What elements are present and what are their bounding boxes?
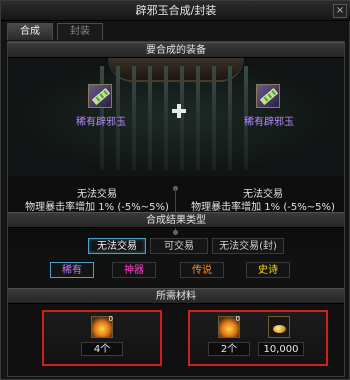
equip-name-right: 稀有辟邪玉: [244, 117, 294, 128]
grade-epic[interactable]: 史诗: [246, 262, 290, 278]
gold-icon[interactable]: [268, 316, 290, 338]
tab-synthesis[interactable]: 合成: [7, 23, 53, 40]
equip-slot-right[interactable]: [256, 84, 280, 108]
divider-dot: [173, 230, 178, 235]
section-result-header: 合成结果类型: [8, 212, 344, 228]
flame-material-icon[interactable]: 0: [91, 315, 113, 338]
equip-name-left: 稀有辟邪玉: [76, 117, 126, 128]
section-materials-header: 所需材料: [8, 288, 344, 304]
title-bar: 辟邪玉合成/封装 ×: [1, 1, 350, 21]
equip-slot-left[interactable]: [88, 84, 112, 108]
material-count: 2个: [208, 342, 250, 356]
equip-area: 稀有辟邪玉 稀有辟邪玉: [8, 58, 344, 176]
option-untradeable[interactable]: 无法交易: [88, 238, 146, 254]
synthesis-window: 辟邪玉合成/封装 × 合成 封装 要合成的装备 稀有辟邪玉 稀有辟邪玉 无法交易…: [0, 0, 350, 380]
material-badge: 0: [235, 315, 240, 323]
jade-item-icon: [91, 88, 111, 105]
material-group-2: 0 2个 10,000: [188, 310, 328, 366]
close-icon: ×: [335, 5, 345, 16]
plus-icon: [172, 104, 186, 118]
stats-right: 无法交易 物理暴击率增加 1% (-5%~5%): [188, 188, 338, 214]
main-panel: 要合成的装备 稀有辟邪玉 稀有辟邪玉 无法交易 物理暴击率增加 1% (-5%~…: [7, 41, 345, 377]
gold-amount: 10,000: [258, 342, 304, 356]
materials-area: 0 4个 0 2个 10,000: [8, 304, 344, 376]
trade-status-right: 无法交易: [243, 189, 283, 200]
grade-rare[interactable]: 稀有: [50, 262, 94, 278]
trade-option-row: 无法交易 可交易 无法交易(封): [8, 238, 344, 256]
stats-left: 无法交易 物理暴击率增加 1% (-5%~5%): [22, 188, 172, 214]
close-button[interactable]: ×: [333, 4, 347, 18]
grade-artifact[interactable]: 神器: [112, 262, 156, 278]
option-tradeable[interactable]: 可交易: [150, 238, 208, 254]
flame-material-icon[interactable]: 0: [218, 315, 240, 338]
jade-item-icon: [259, 88, 279, 105]
trade-status-left: 无法交易: [77, 189, 117, 200]
material-count: 4个: [81, 342, 123, 356]
option-untradeable-sealed[interactable]: 无法交易(封): [212, 238, 284, 254]
material-group-1: 0 4个: [42, 310, 162, 366]
section-equip-header: 要合成的装备: [8, 42, 344, 58]
window-title: 辟邪玉合成/封装: [135, 4, 217, 17]
grade-legendary[interactable]: 传说: [180, 262, 224, 278]
grade-option-row: 稀有 神器 传说 史诗: [8, 262, 344, 280]
tab-seal[interactable]: 封装: [57, 23, 103, 40]
material-badge: 0: [108, 315, 113, 323]
